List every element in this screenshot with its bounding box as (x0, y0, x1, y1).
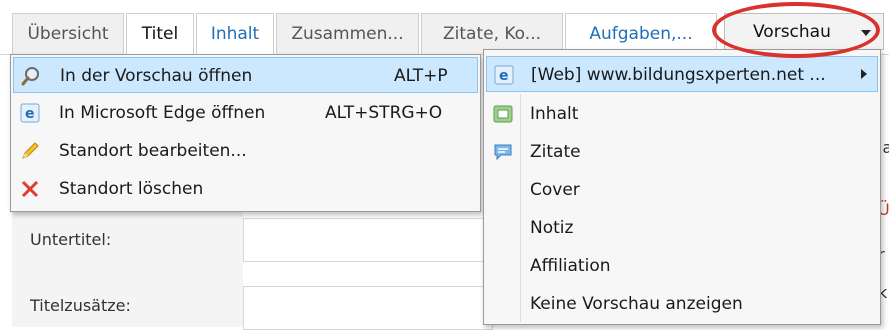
subtitle-label: Untertitel: (30, 230, 112, 249)
red-x-icon (19, 178, 41, 200)
location-context-menu: In der Vorschau öffnen ALT+P e In Micros… (10, 54, 481, 212)
tab-zusammenfassung[interactable]: Zusammen... (276, 13, 419, 54)
submenu-item-label: Zitate (530, 142, 581, 162)
submenu-item-label: Affiliation (530, 256, 611, 276)
tab-inhalt[interactable]: Inhalt (196, 13, 274, 54)
tab-zitate[interactable]: Zitate, Ko... (421, 13, 563, 54)
submenu-item-label: Notiz (530, 218, 574, 238)
submenu-item-notiz[interactable]: Notiz (486, 210, 878, 246)
menu-item-shortcut: ALT+STRG+O (325, 103, 443, 123)
menu-item-label: In der Vorschau öffnen (60, 66, 253, 86)
menu-item-label: In Microsoft Edge öffnen (59, 103, 266, 123)
submenu-item-web-link[interactable]: e [Web] www.bildungsxperten.net ... (486, 56, 878, 92)
magnifier-icon (20, 65, 42, 87)
quote-bubble-icon (492, 141, 514, 163)
submenu-item-label: Keine Vorschau anzeigen (530, 294, 743, 314)
tab-uebersicht[interactable]: Übersicht (12, 13, 124, 54)
menu-item-label: Standort bearbeiten... (59, 141, 247, 161)
submenu-item-inhalt[interactable]: Inhalt (486, 96, 878, 132)
submenu-item-no-preview[interactable]: Keine Vorschau anzeigen (486, 286, 878, 322)
submenu-item-zitate[interactable]: Zitate (486, 134, 878, 170)
title-additions-label: Titelzusätze: (30, 296, 131, 315)
menu-item-delete-location[interactable]: Standort löschen (13, 171, 478, 207)
submenu-item-label: Cover (530, 180, 580, 200)
dropdown-arrow-icon (861, 30, 871, 36)
preview-submenu: e [Web] www.bildungsxperten.net ... Inha… (483, 49, 881, 325)
edge-icon: e (493, 64, 515, 86)
tab-aufgaben[interactable]: Aufgaben,... (565, 13, 717, 54)
submenu-item-cover[interactable]: Cover (486, 172, 878, 208)
submenu-item-affiliation[interactable]: Affiliation (486, 248, 878, 284)
menu-item-shortcut: ALT+P (394, 66, 448, 86)
submenu-item-label: [Web] www.bildungsxperten.net ... (531, 65, 826, 85)
preview-button-label: Vorschau (753, 22, 831, 42)
svg-text:e: e (499, 68, 509, 84)
menu-item-open-edge[interactable]: e In Microsoft Edge öffnen ALT+STRG+O (13, 95, 478, 131)
preview-dropdown-button[interactable]: Vorschau (724, 13, 884, 50)
title-additions-input[interactable] (243, 286, 493, 330)
svg-text:e: e (25, 106, 35, 122)
pencil-icon (19, 140, 41, 162)
menu-item-open-preview[interactable]: In der Vorschau öffnen ALT+P (13, 57, 478, 93)
menu-item-edit-location[interactable]: Standort bearbeiten... (13, 133, 478, 169)
edge-icon: e (19, 102, 41, 124)
subtitle-input[interactable] (243, 218, 493, 262)
menu-item-label: Standort löschen (59, 179, 204, 199)
tab-titel[interactable]: Titel (126, 13, 194, 56)
chevron-right-icon (861, 69, 867, 79)
content-icon (492, 103, 514, 125)
submenu-item-label: Inhalt (530, 104, 579, 124)
